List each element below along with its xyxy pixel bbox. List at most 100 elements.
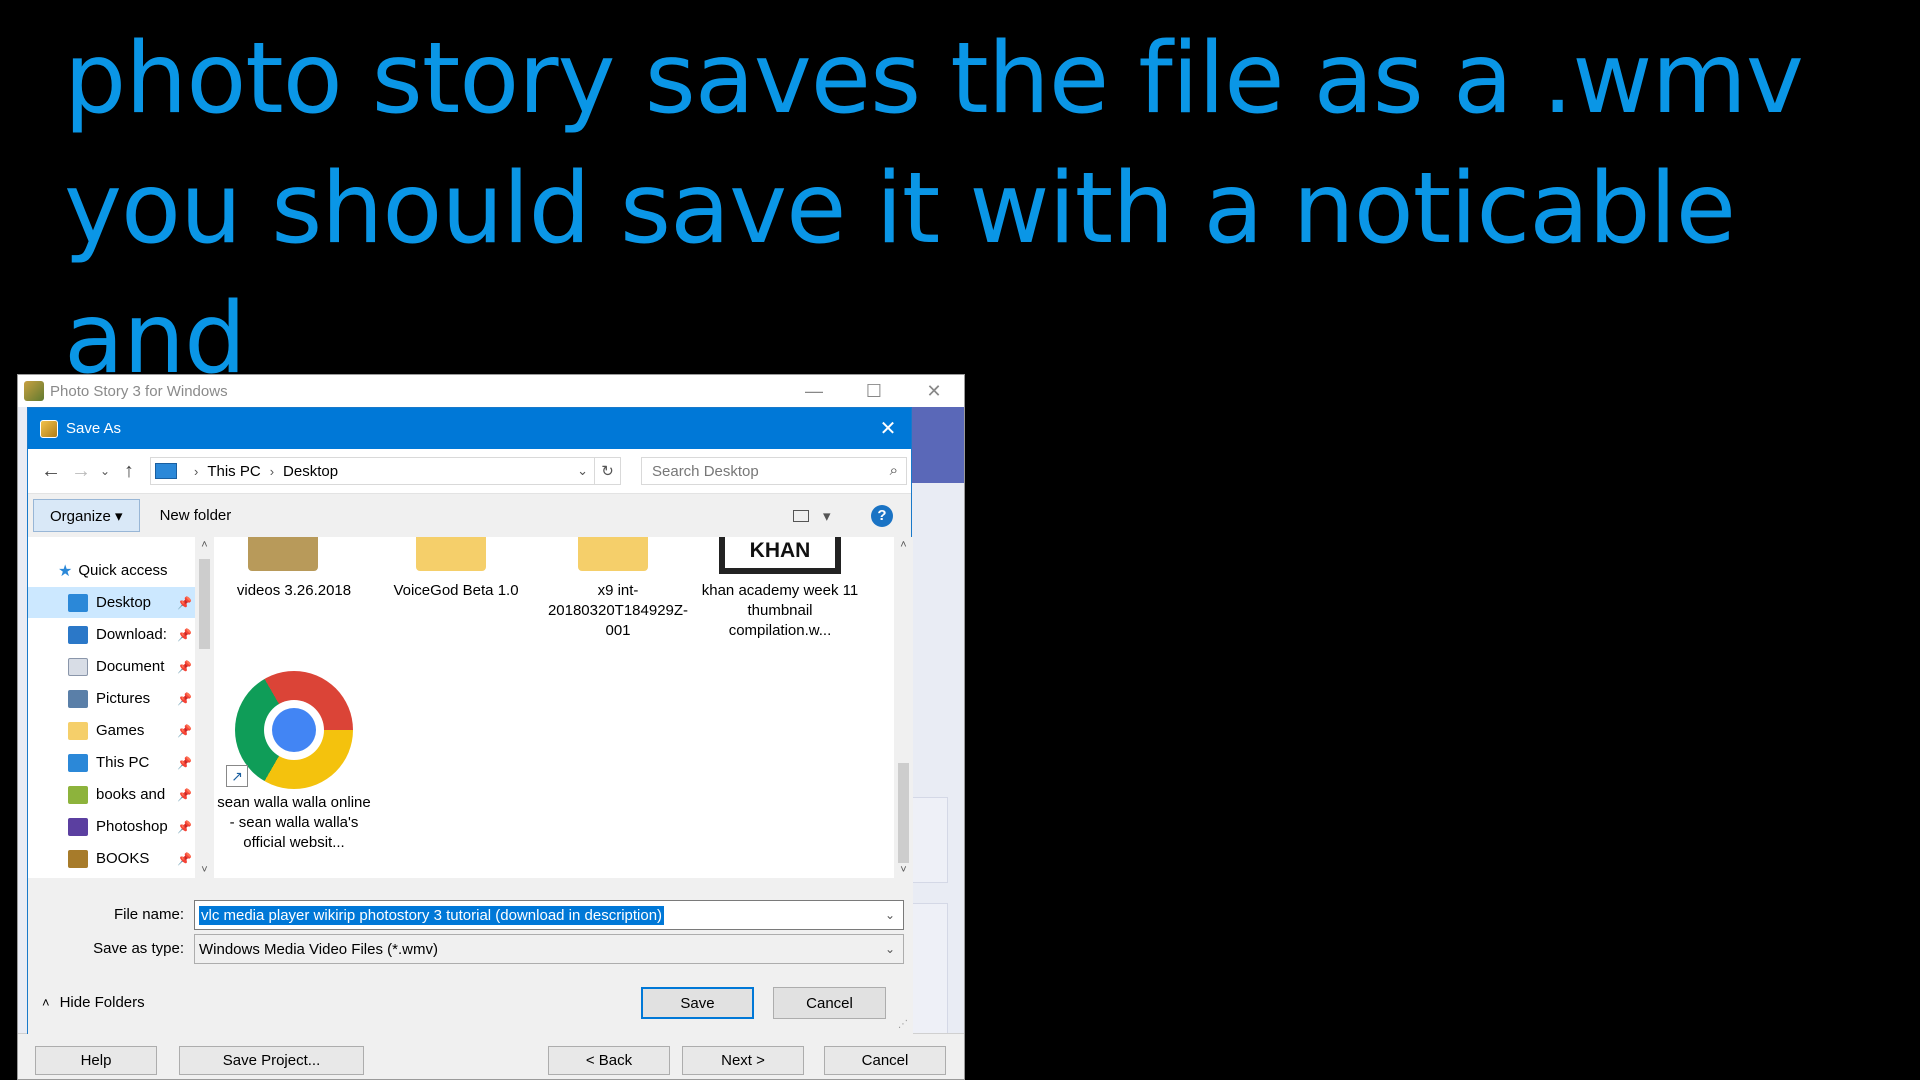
pin-icon[interactable]: 📌: [177, 852, 192, 866]
view-icon: [793, 509, 809, 522]
chrome-icon: [235, 671, 353, 789]
back-button[interactable]: < Back: [548, 1046, 670, 1075]
help-icon[interactable]: ?: [871, 504, 893, 527]
shortcut-arrow-icon: ↗: [226, 765, 248, 787]
download-icon: [68, 625, 88, 644]
file-item-label: x9 int-20180320T184929Z-001: [547, 582, 689, 639]
file-item-khan-video[interactable]: KHAN khan academy week 11 thumbnail comp…: [700, 537, 860, 677]
close-dialog-button[interactable]: ✕: [865, 416, 911, 441]
pin-icon[interactable]: 📌: [177, 724, 192, 738]
hide-folders-label: Hide Folders: [59, 994, 145, 1011]
save-as-title: Save As: [66, 420, 122, 437]
forward-arrow-icon[interactable]: →: [66, 460, 96, 483]
file-item-voicegod-folder[interactable]: VoiceGod Beta 1.0: [376, 537, 536, 637]
pin-icon[interactable]: 📌: [177, 756, 192, 770]
save-type-dropdown-icon[interactable]: ⌄: [885, 942, 895, 956]
new-folder-button[interactable]: New folder: [160, 507, 232, 524]
sidebar-item-games[interactable]: Games 📌: [28, 715, 195, 746]
save-as-icon: [40, 419, 58, 438]
photo-story-header-band: [904, 407, 964, 483]
recent-locations-chevron-icon[interactable]: ⌄: [96, 464, 114, 478]
command-bar: Organize ▾ New folder ▾ ?: [28, 493, 911, 537]
photo-story-footer: Help Save Project... < Back Next > Cance…: [18, 1033, 964, 1079]
browse-area: ★ Quick access Desktop 📌 Download: 📌 Doc…: [28, 537, 913, 878]
file-item-videos-folder[interactable]: videos 3.26.2018: [214, 537, 374, 637]
sidebar-item-pictures[interactable]: Pictures 📌: [28, 683, 195, 714]
photo-story-titlebar: Photo Story 3 for Windows — ☐ ✕: [18, 375, 964, 407]
breadcrumb-separator: ›: [194, 463, 199, 479]
breadcrumb-desktop[interactable]: Desktop: [283, 463, 338, 480]
up-arrow-icon[interactable]: ↑: [114, 460, 144, 483]
close-window-button[interactable]: ✕: [904, 381, 964, 402]
scroll-down-icon[interactable]: ˅: [894, 864, 913, 876]
file-name-dropdown-icon[interactable]: ⌄: [885, 908, 895, 922]
file-item-label: sean walla walla online - sean walla wal…: [217, 794, 371, 851]
file-list-scrollbar[interactable]: ˄ ˅: [894, 537, 913, 878]
address-bar[interactable]: › This PC › Desktop ⌄: [150, 457, 595, 485]
navigation-scrollbar[interactable]: ˄ ˅: [195, 537, 214, 878]
next-button[interactable]: Next >: [682, 1046, 804, 1075]
wizard-cancel-button[interactable]: Cancel: [824, 1046, 946, 1075]
sidebar-item-books[interactable]: BOOKS 📌: [28, 843, 195, 874]
pin-icon[interactable]: 📌: [177, 628, 192, 642]
slide-title-line-2: you should save it with a noticable and: [64, 152, 1736, 396]
save-project-button[interactable]: Save Project...: [179, 1046, 364, 1075]
minimize-button[interactable]: —: [784, 381, 844, 402]
address-bar-row: ← → ⌄ ↑ › This PC › Desktop ⌄ ↻ Search D…: [28, 449, 911, 493]
back-arrow-icon[interactable]: ←: [36, 460, 66, 483]
navigation-pane: ★ Quick access Desktop 📌 Download: 📌 Doc…: [28, 537, 195, 878]
pin-icon[interactable]: 📌: [177, 660, 192, 674]
file-item-x9-folder[interactable]: x9 int-20180320T184929Z-001: [538, 537, 698, 639]
photo-story-app-icon: [24, 381, 44, 401]
sidebar-item-label: Document: [96, 658, 165, 675]
pin-icon[interactable]: 📌: [177, 596, 192, 610]
organize-button[interactable]: Organize ▾: [33, 499, 140, 532]
pin-icon[interactable]: 📌: [177, 692, 192, 706]
scroll-up-icon[interactable]: ˄: [894, 539, 913, 551]
search-icon[interactable]: ⌕: [890, 462, 898, 479]
image-folder-icon: [248, 537, 318, 571]
maximize-button[interactable]: ☐: [844, 381, 904, 402]
sidebar-item-label: Download:: [96, 626, 167, 643]
scroll-up-icon[interactable]: ˄: [195, 539, 214, 551]
change-view-button[interactable]: ▾: [793, 507, 849, 525]
address-dropdown-icon[interactable]: ⌄: [577, 463, 588, 479]
desktop-icon: [68, 593, 88, 612]
file-item-label: khan academy week 11 thumbnail compilati…: [701, 582, 859, 639]
file-item-chrome-shortcut[interactable]: ↗ sean walla walla online - sean walla w…: [214, 667, 374, 877]
sidebar-item-quick-access[interactable]: ★ Quick access: [28, 555, 195, 586]
file-list-scroll-thumb[interactable]: [898, 763, 909, 863]
help-button[interactable]: Help: [35, 1046, 157, 1075]
chevron-up-icon: ˄: [42, 995, 50, 1010]
save-type-select[interactable]: Windows Media Video Files (*.wmv) ⌄: [194, 934, 904, 964]
file-name-label: File name:: [113, 906, 184, 923]
books-icon: [68, 849, 88, 868]
sidebar-item-label: Desktop: [96, 594, 152, 611]
sidebar-item-documents[interactable]: Document 📌: [28, 651, 195, 682]
sidebar-item-downloads[interactable]: Download: 📌: [28, 619, 195, 650]
refresh-icon[interactable]: ↻: [595, 457, 621, 485]
breadcrumb-separator: ›: [269, 463, 275, 479]
pin-icon[interactable]: 📌: [177, 788, 192, 802]
file-item-label: videos 3.26.2018: [236, 582, 352, 599]
folder-icon: [416, 537, 486, 571]
file-name-field[interactable]: vlc media player wikirip photostory 3 tu…: [194, 900, 904, 930]
search-input[interactable]: Search Desktop ⌕: [641, 457, 907, 485]
breadcrumb-this-pc[interactable]: This PC: [207, 463, 260, 480]
books-folder-icon: [68, 785, 88, 804]
sidebar-item-books-and[interactable]: books and 📌: [28, 779, 195, 810]
sidebar-item-this-pc[interactable]: This PC 📌: [28, 747, 195, 778]
resize-grip-icon[interactable]: ⋰: [898, 1019, 908, 1030]
save-type-value: Windows Media Video Files (*.wmv): [199, 940, 438, 958]
pin-icon[interactable]: 📌: [177, 820, 192, 834]
scroll-down-icon[interactable]: ˅: [195, 864, 214, 876]
this-pc-icon: [155, 463, 177, 479]
file-name-value: vlc media player wikirip photostory 3 tu…: [199, 905, 665, 925]
save-button[interactable]: Save: [641, 987, 754, 1019]
sidebar-item-desktop[interactable]: Desktop 📌: [28, 587, 195, 618]
navigation-scroll-thumb[interactable]: [199, 559, 210, 649]
hide-folders-button[interactable]: ˄ Hide Folders: [42, 994, 145, 1011]
cancel-button[interactable]: Cancel: [773, 987, 886, 1019]
video-thumbnail-text: KHAN: [749, 539, 811, 562]
sidebar-item-photoshop[interactable]: Photoshop 📌: [28, 811, 195, 842]
